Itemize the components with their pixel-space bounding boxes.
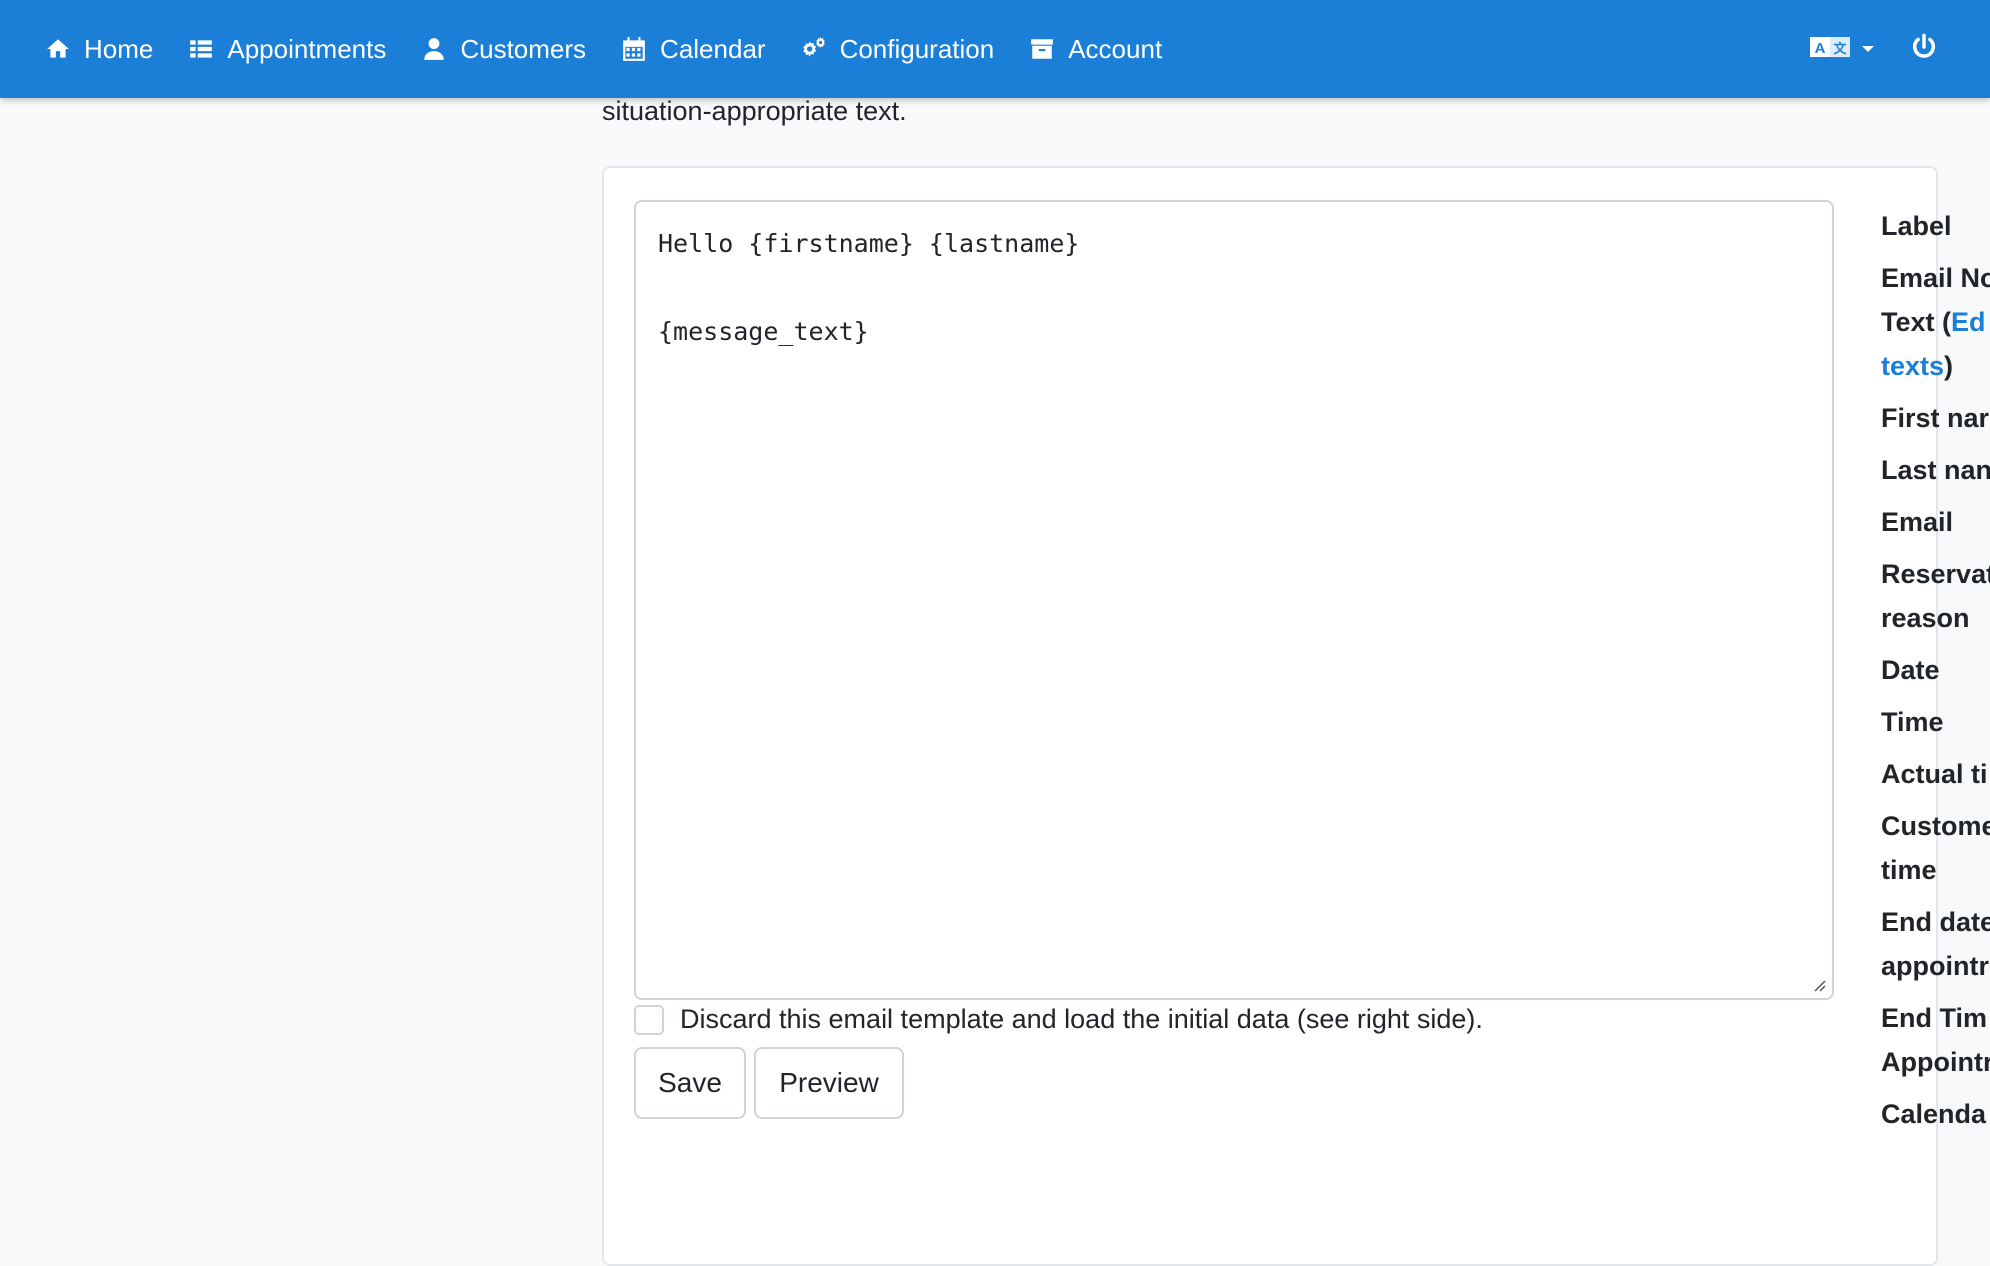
nav-appointments[interactable]: Appointments bbox=[187, 34, 386, 65]
logout-button[interactable] bbox=[1910, 33, 1938, 66]
label-actual-time: Actual ti bbox=[1881, 759, 1988, 789]
label-email-notification-close: ) bbox=[1944, 351, 1954, 381]
label-end-date-a: End date bbox=[1881, 907, 1990, 937]
label-end-date: End date appointr bbox=[1881, 900, 1990, 988]
nav-customers[interactable]: Customers bbox=[420, 34, 586, 65]
language-dropdown[interactable]: A 文 bbox=[1810, 34, 1874, 65]
svg-text:A: A bbox=[1815, 40, 1826, 57]
calendar-icon bbox=[620, 35, 648, 63]
svg-text:文: 文 bbox=[1833, 41, 1847, 57]
label-email-notification-text-b: Text ( bbox=[1881, 307, 1952, 337]
label-reservation-reason-a: Reservat bbox=[1881, 559, 1990, 589]
list-icon bbox=[187, 35, 215, 63]
label-end-time-b: Appointr bbox=[1881, 1047, 1990, 1077]
preview-button[interactable]: Preview bbox=[754, 1047, 904, 1119]
intro-text: situation-appropriate text. bbox=[602, 96, 907, 126]
label-reservation-reason: Reservat reason bbox=[1881, 552, 1990, 640]
nav-account[interactable]: Account bbox=[1028, 34, 1162, 65]
label-customer-time: Custome time bbox=[1881, 804, 1990, 892]
label-reservation-reason-b: reason bbox=[1881, 603, 1970, 633]
placeholder-labels: Label Email Notificat Text (Ed texts) Fi… bbox=[1881, 204, 1990, 1144]
user-icon bbox=[420, 35, 448, 63]
top-navbar: Home Appointments Customers Calendar Con… bbox=[0, 0, 1990, 98]
edit-texts-link[interactable]: Ed bbox=[1951, 307, 1986, 337]
discard-row: Discard this email template and load the… bbox=[634, 1004, 1483, 1035]
label-email-notification-text: Email Notificat bbox=[1881, 263, 1990, 293]
label-end-time: End Tim Appointr bbox=[1881, 996, 1990, 1084]
label-first-name: First nar bbox=[1881, 403, 1990, 433]
nav-configuration-label: Configuration bbox=[839, 33, 995, 64]
label-email: Email bbox=[1881, 507, 1954, 537]
nav-home-label: Home bbox=[84, 33, 154, 64]
label-label: Label bbox=[1881, 211, 1952, 241]
label-customer-time-b: time bbox=[1881, 855, 1937, 885]
home-icon bbox=[44, 35, 72, 63]
nav-calendar[interactable]: Calendar bbox=[620, 34, 766, 65]
language-icon: A 文 bbox=[1810, 34, 1852, 65]
label-end-time-a: End Tim bbox=[1881, 1003, 1988, 1033]
navbar-right: A 文 bbox=[1810, 0, 1938, 98]
save-button[interactable]: Save bbox=[634, 1047, 746, 1119]
label-email-notification: Email Notificat Text (Ed texts) bbox=[1881, 256, 1990, 388]
label-last-name: Last nan bbox=[1881, 455, 1990, 485]
nav-calendar-label: Calendar bbox=[660, 33, 766, 64]
label-time: Time bbox=[1881, 707, 1944, 737]
gears-icon bbox=[800, 35, 828, 63]
power-icon bbox=[1910, 33, 1938, 66]
nav-configuration[interactable]: Configuration bbox=[800, 33, 995, 65]
nav-home[interactable]: Home bbox=[44, 34, 153, 65]
discard-label: Discard this email template and load the… bbox=[680, 1004, 1483, 1034]
resize-grip-icon[interactable] bbox=[1810, 976, 1826, 992]
nav-customers-label: Customers bbox=[460, 33, 587, 64]
archive-icon bbox=[1028, 35, 1056, 63]
label-calendar: Calenda bbox=[1881, 1099, 1987, 1129]
edit-texts-link-cont[interactable]: texts bbox=[1881, 351, 1944, 381]
label-customer-time-a: Custome bbox=[1881, 811, 1990, 841]
label-date: Date bbox=[1881, 655, 1940, 685]
nav-account-label: Account bbox=[1068, 33, 1163, 64]
email-template-textarea[interactable]: Hello {firstname} {lastname} {message_te… bbox=[634, 200, 1834, 1000]
discard-checkbox[interactable] bbox=[634, 1004, 664, 1035]
label-end-date-b: appointr bbox=[1881, 951, 1989, 981]
chevron-down-icon bbox=[1862, 46, 1874, 52]
nav-appointments-label: Appointments bbox=[227, 33, 387, 64]
